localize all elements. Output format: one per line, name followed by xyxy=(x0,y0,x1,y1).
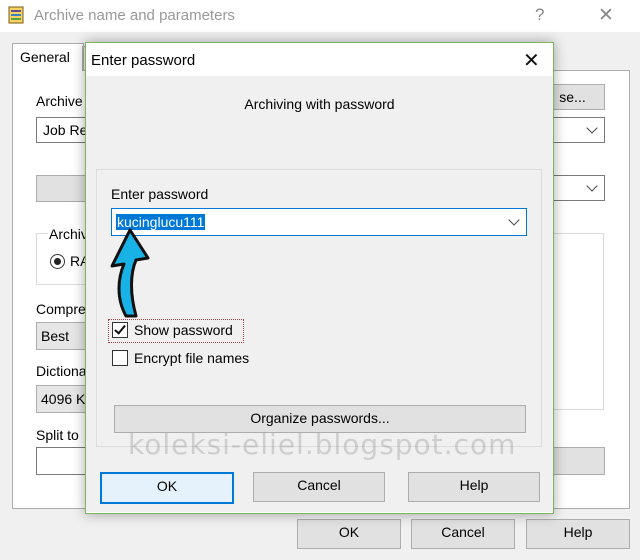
archive-name-label: Archive xyxy=(36,93,83,109)
dictionary-value: 4096 K xyxy=(41,391,86,407)
curved-arrow-icon xyxy=(110,228,150,318)
dialog-ok-label: OK xyxy=(156,478,178,494)
dialog-cancel-button[interactable]: Cancel xyxy=(253,472,385,502)
compression-label: Compre xyxy=(36,301,86,317)
help-button[interactable]: Help xyxy=(526,519,630,549)
archive-format-label: Archiv xyxy=(48,226,89,242)
dictionary-select[interactable]: 4096 K xyxy=(36,385,88,413)
dictionary-label: Dictiona xyxy=(36,363,87,379)
password-label: Enter password xyxy=(111,186,209,202)
split-volumes-label: Split to xyxy=(36,427,79,443)
dialog-help-button[interactable]: Help xyxy=(408,472,540,502)
encrypt-file-names-checkbox[interactable] xyxy=(112,350,128,366)
ok-button-label: OK xyxy=(338,524,360,540)
show-password-label[interactable]: Show password xyxy=(134,322,233,338)
chevron-down-icon[interactable] xyxy=(586,180,598,192)
compression-select[interactable]: Best xyxy=(36,322,88,350)
encrypt-file-names-label[interactable]: Encrypt file names xyxy=(134,350,249,366)
set-password-button[interactable] xyxy=(553,447,605,475)
password-input[interactable]: kucinglucu111 xyxy=(111,208,527,236)
dialog-cancel-label: Cancel xyxy=(297,477,341,493)
browse-button-label: se... xyxy=(559,89,586,105)
watermark: koleksi-eliel.blogspot.com xyxy=(128,428,517,461)
dialog-heading: Archiving with password xyxy=(244,96,395,112)
archive-name-value: Job Re xyxy=(43,122,88,138)
rar-radio[interactable] xyxy=(50,254,65,269)
update-mode-select[interactable] xyxy=(552,175,605,201)
help-question-icon[interactable]: ? xyxy=(535,5,544,25)
background-window-title: Archive name and parameters xyxy=(34,7,235,24)
dialog-help-label: Help xyxy=(459,477,489,493)
dialog-ok-button[interactable]: OK xyxy=(100,472,234,504)
organize-passwords-label: Organize passwords... xyxy=(250,410,390,426)
profiles-button[interactable] xyxy=(36,175,88,202)
dialog-title: Enter password xyxy=(91,52,196,69)
chevron-down-icon[interactable] xyxy=(586,122,598,134)
archiving-options-group xyxy=(553,233,604,410)
cancel-button[interactable]: Cancel xyxy=(411,519,515,549)
ok-button[interactable]: OK xyxy=(297,519,401,549)
split-volumes-field[interactable] xyxy=(36,447,88,475)
background-close-icon[interactable]: ✕ xyxy=(598,4,614,27)
tab-general-label: General xyxy=(20,49,70,65)
help-button-label: Help xyxy=(563,524,593,540)
checkmark-icon xyxy=(114,322,126,335)
cancel-button-label: Cancel xyxy=(441,524,485,540)
tab-general[interactable]: General xyxy=(12,43,84,71)
compression-value: Best xyxy=(41,328,70,344)
show-password-checkbox[interactable] xyxy=(112,322,128,338)
close-icon[interactable]: ✕ xyxy=(523,48,540,73)
winrar-app-icon xyxy=(8,6,24,24)
chevron-down-icon[interactable] xyxy=(508,214,520,226)
